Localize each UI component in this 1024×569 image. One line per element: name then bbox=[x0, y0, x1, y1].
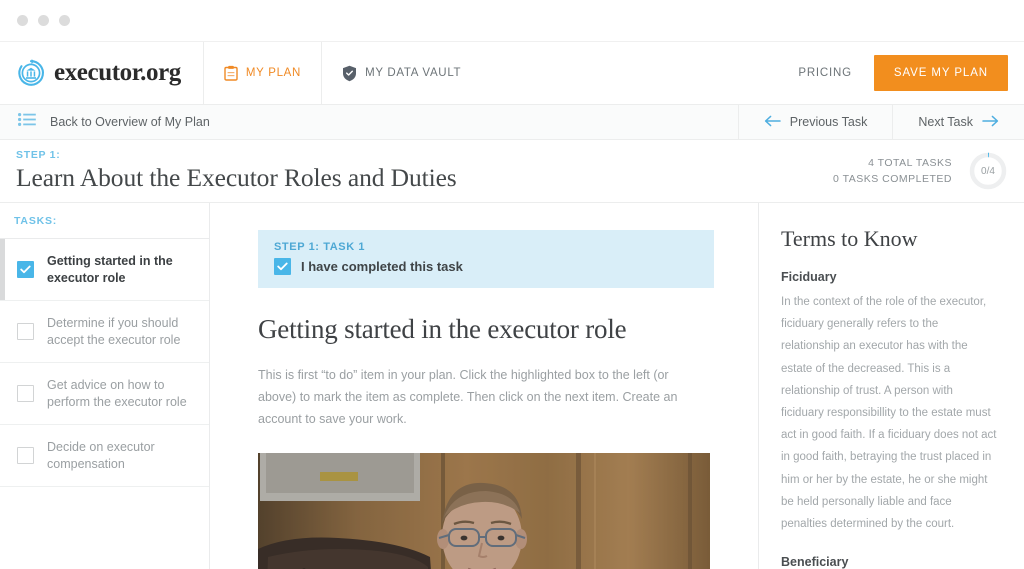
task-list-item-3[interactable]: Get advice on how to perform the executo… bbox=[0, 363, 209, 425]
previous-task-button[interactable]: Previous Task bbox=[737, 105, 893, 139]
task-content: STEP 1: TASK 1 I have completed this tas… bbox=[210, 203, 758, 569]
task-navigation-bar: Back to Overview of My Plan Previous Tas… bbox=[0, 105, 1024, 140]
pricing-label: PRICING bbox=[798, 67, 852, 79]
window-titlebar bbox=[0, 0, 1024, 42]
step-kicker: STEP 1: bbox=[16, 149, 61, 161]
progress-ring: 0/4 bbox=[968, 151, 1008, 191]
term-entry-fiduciary: Ficiduary In the context of the role of … bbox=[781, 270, 998, 535]
total-tasks-label: 4 TOTAL TASKS bbox=[868, 156, 952, 169]
term-definition-fiduciary: In the context of the role of the execut… bbox=[781, 296, 997, 530]
term-name-fiduciary: Ficiduary bbox=[781, 270, 837, 284]
app-window: executor.org MY PLAN MY DATA VAULT PRICI… bbox=[0, 0, 1024, 569]
task-checkbox-3[interactable] bbox=[17, 385, 34, 402]
task-checkbox-4[interactable] bbox=[17, 447, 34, 464]
completed-tasks-label: 0 TASKS COMPLETED bbox=[833, 173, 952, 185]
banner-kicker: STEP 1: TASK 1 bbox=[274, 241, 366, 253]
task-list-item-4[interactable]: Decide on executor compensation bbox=[0, 425, 209, 487]
minimize-dot-icon[interactable] bbox=[38, 15, 49, 26]
tasks-heading: TASKS: bbox=[0, 203, 209, 239]
nav-tab-my-plan[interactable]: MY PLAN bbox=[202, 42, 321, 104]
task-list-item-1[interactable]: Getting started in the executor role bbox=[0, 239, 209, 301]
shield-check-icon bbox=[342, 65, 357, 82]
top-navigation: executor.org MY PLAN MY DATA VAULT PRICI… bbox=[0, 42, 1024, 105]
task-label-4: Decide on executor compensation bbox=[47, 440, 155, 471]
task-list-item-2[interactable]: Determine if you should accept the execu… bbox=[0, 301, 209, 363]
crumbbar-spacer bbox=[210, 105, 738, 139]
maximize-dot-icon[interactable] bbox=[59, 15, 70, 26]
page-body: TASKS: Getting started in the executor r… bbox=[0, 203, 1024, 569]
progress-label: 0/4 bbox=[981, 165, 995, 177]
close-dot-icon[interactable] bbox=[17, 15, 28, 26]
nav-tab-my-plan-label: MY PLAN bbox=[245, 67, 302, 79]
terms-title: Terms to Know bbox=[781, 226, 918, 251]
completed-task-label: I have completed this task bbox=[301, 259, 463, 274]
completed-task-checkbox[interactable] bbox=[274, 258, 291, 275]
page-title: Learn About the Executor Roles and Dutie… bbox=[16, 163, 457, 192]
step-header: STEP 1: Learn About the Executor Roles a… bbox=[0, 140, 1024, 203]
back-to-overview-label: Back to Overview of My Plan bbox=[50, 115, 210, 129]
brand-name: executor.org bbox=[54, 59, 181, 86]
banner-checkbox-row[interactable]: I have completed this task bbox=[274, 258, 698, 275]
next-task-button[interactable]: Next Task bbox=[892, 105, 1024, 139]
term-name-beneficiary: Beneficiary bbox=[781, 555, 849, 569]
task-label-1: Getting started in the executor role bbox=[47, 254, 173, 285]
task-video-thumbnail[interactable] bbox=[258, 452, 710, 569]
task-sidebar: TASKS: Getting started in the executor r… bbox=[0, 203, 210, 569]
clipboard-icon bbox=[224, 65, 238, 81]
task-checkbox-2[interactable] bbox=[17, 323, 34, 340]
pricing-link[interactable]: PRICING bbox=[776, 42, 874, 104]
next-task-label: Next Task bbox=[918, 115, 973, 129]
nav-tab-my-data-vault[interactable]: MY DATA VAULT bbox=[321, 42, 481, 104]
task-completion-banner: STEP 1: TASK 1 I have completed this tas… bbox=[258, 230, 714, 288]
bank-refresh-icon bbox=[16, 58, 46, 88]
content-title: Getting started in the executor role bbox=[258, 314, 627, 344]
brand-logo[interactable]: executor.org bbox=[0, 42, 203, 104]
task-label-2: Determine if you should accept the execu… bbox=[47, 316, 181, 347]
previous-task-label: Previous Task bbox=[789, 115, 868, 129]
term-entry-beneficiary: Beneficiary A benificiary is a person or… bbox=[781, 555, 998, 569]
list-menu-icon bbox=[18, 113, 36, 131]
task-checkbox-1[interactable] bbox=[17, 261, 34, 278]
arrow-left-icon bbox=[764, 115, 781, 130]
terms-sidebar: Terms to Know Ficiduary In the context o… bbox=[758, 203, 1024, 569]
task-label-3: Get advice on how to perform the executo… bbox=[47, 378, 187, 409]
save-my-plan-button[interactable]: SAVE MY PLAN bbox=[873, 55, 1008, 91]
content-paragraph: This is first “to do” item in your plan.… bbox=[258, 368, 678, 426]
step-header-text: STEP 1: Learn About the Executor Roles a… bbox=[16, 149, 457, 193]
arrow-right-icon bbox=[982, 115, 999, 130]
task-counts: 4 TOTAL TASKS 0 TASKS COMPLETED bbox=[833, 155, 952, 188]
back-to-overview-link[interactable]: Back to Overview of My Plan bbox=[0, 105, 210, 139]
nav-tab-my-data-vault-label: MY DATA VAULT bbox=[365, 67, 462, 79]
